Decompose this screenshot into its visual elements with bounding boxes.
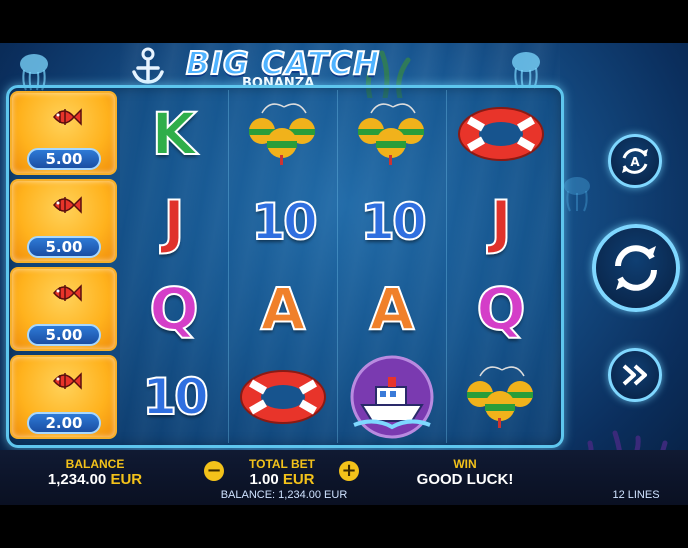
symbol-number: 10 (141, 367, 210, 427)
symbol-letter: A (260, 274, 307, 344)
life-ring-icon (240, 370, 326, 424)
boat-icon (350, 355, 434, 439)
balance-value: 1,234.00 EUR (20, 471, 170, 488)
lines-count: 12 LINES (612, 489, 660, 501)
symbol-bobbers (446, 355, 556, 439)
tile-value: 5.00 (27, 324, 101, 346)
symbol-j: J (119, 180, 229, 264)
top-letterbox (0, 0, 688, 43)
balance-line: BALANCE: 1,234.00 EUR (220, 489, 348, 501)
symbol-letter: J (162, 187, 186, 257)
symbol-a: A (228, 267, 338, 351)
anchor-icon (132, 47, 164, 84)
symbol-bobbers (337, 92, 447, 176)
spin-arrows-icon (615, 245, 657, 291)
red-fish-icon (53, 108, 82, 126)
money-tile: 5.00 (10, 179, 117, 263)
tile-value: 2.00 (27, 412, 101, 434)
symbol-q: Q (446, 267, 556, 351)
money-tile: 5.00 (10, 91, 117, 175)
life-ring-icon (458, 107, 544, 161)
fishing-bobbers-icon (249, 103, 315, 165)
symbol-life-ring (446, 92, 556, 176)
money-tile: 2.00 (10, 355, 117, 439)
total-bet-currency: EUR (282, 471, 315, 488)
symbol-a: A (337, 267, 447, 351)
balance-currency: EUR (110, 471, 143, 488)
symbol-boat (337, 355, 447, 439)
red-fish-icon (53, 196, 82, 214)
bottom-letterbox (0, 505, 688, 548)
autoplay-icon: A (622, 148, 648, 174)
tile-value: 5.00 (27, 236, 101, 258)
fishing-bobbers-icon (467, 366, 533, 428)
jellyfish-icon (564, 177, 590, 212)
symbol-life-ring (228, 355, 338, 439)
fishing-bobbers-icon (358, 103, 424, 165)
tile-value: 5.00 (27, 148, 101, 170)
symbol-letter: J (489, 187, 513, 257)
svg-text:A: A (630, 155, 640, 169)
symbol-number: 10 (359, 192, 428, 252)
symbol-q: Q (119, 267, 229, 351)
balance-label: BALANCE (65, 457, 125, 471)
symbol-letter: Q (475, 274, 526, 344)
symbol-j: J (446, 180, 556, 264)
symbol-10: 10 (228, 180, 338, 264)
symbol-letter: Q (148, 274, 199, 344)
symbol-letter: A (369, 274, 416, 344)
total-bet-label: TOTAL BET (249, 457, 315, 471)
total-bet-amount: 1.00 (249, 471, 279, 488)
red-fish-icon (53, 372, 82, 390)
symbol-bobbers (228, 92, 338, 176)
autoplay-button[interactable]: A (608, 134, 662, 188)
win-label: WIN (453, 457, 477, 471)
symbol-k: K (119, 92, 229, 176)
spin-button[interactable] (592, 224, 680, 312)
symbol-number: 10 (250, 192, 319, 252)
total-bet-value: 1.00 EUR (232, 471, 332, 488)
turbo-button[interactable] (608, 348, 662, 402)
win-message: GOOD LUCK! (416, 471, 514, 488)
money-tile: 5.00 (10, 267, 117, 351)
decrease-bet-button[interactable]: − (204, 461, 224, 481)
symbol-10: 10 (119, 355, 229, 439)
symbol-10: 10 (337, 180, 447, 264)
red-fish-icon (53, 284, 82, 302)
increase-bet-button[interactable]: + (339, 461, 359, 481)
jellyfish-icon (512, 52, 540, 89)
fast-forward-icon (622, 364, 647, 386)
symbol-letter: K (151, 99, 198, 169)
balance-amount: 1,234.00 (47, 471, 107, 488)
